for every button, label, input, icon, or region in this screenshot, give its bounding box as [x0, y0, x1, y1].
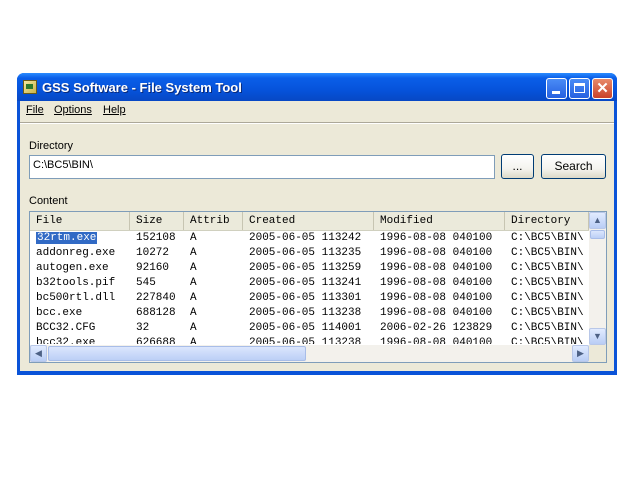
column-header-directory[interactable]: Directory	[505, 212, 589, 230]
cell-created: 2005-06-05 113238	[249, 307, 362, 319]
menu-options-label: Options	[54, 104, 92, 116]
column-header-file[interactable]: File	[30, 212, 130, 230]
scroll-up-icon[interactable]: ▲	[589, 212, 606, 229]
window-title: GSS Software - File System Tool	[42, 80, 242, 95]
cell-file: bc500rtl.dll	[36, 292, 116, 304]
content-label: Content	[29, 195, 68, 207]
cell-size: 688128	[136, 307, 176, 319]
close-button[interactable]: ✕	[592, 78, 613, 99]
cell-attrib: A	[190, 307, 197, 319]
directory-label: Directory	[29, 140, 74, 152]
horizontal-scroll-thumb[interactable]	[48, 346, 306, 361]
cell-modified: 2006-02-26 123829	[380, 322, 493, 334]
cell-size: 10272	[136, 247, 170, 259]
column-header-created[interactable]: Created	[243, 212, 374, 230]
scroll-right-icon[interactable]: ▶	[572, 345, 589, 362]
cell-attrib: A	[190, 337, 197, 344]
cell-modified: 1996-08-08 040100	[380, 277, 493, 289]
close-icon: ✕	[596, 80, 609, 97]
cell-size: 227840	[136, 292, 176, 304]
cell-attrib: A	[190, 277, 197, 289]
main-window: GSS Software - File System Tool ✕ File O…	[17, 73, 617, 375]
file-list[interactable]: File Size Attrib Created Modified Direct…	[29, 211, 607, 363]
cell-directory: C:\BC5\BIN\	[511, 262, 584, 274]
menu-file[interactable]: File	[26, 104, 44, 116]
cell-size: 152108	[136, 232, 176, 244]
cell-attrib: A	[190, 262, 197, 274]
table-row[interactable]: bc500rtl.dll 227840 A 2005-06-05 113301 1996…	[30, 291, 589, 306]
cell-file: autogen.exe	[36, 262, 109, 274]
cell-file: addonreg.exe	[36, 247, 116, 259]
cell-directory: C:\BC5\BIN\	[511, 337, 584, 344]
cell-attrib: A	[190, 232, 197, 244]
menu-bar: File Options Help	[20, 101, 614, 121]
vertical-scrollbar[interactable]: ▲ ▼	[589, 212, 606, 345]
cell-file: bcc.exe	[36, 307, 83, 319]
list-header: File Size Attrib Created Modified Direct…	[30, 212, 589, 231]
cell-attrib: A	[190, 292, 197, 304]
table-row[interactable]: bcc.exe 688128 A 2005-06-05 113238 1996-08-0…	[30, 306, 589, 321]
table-row[interactable]: addonreg.exe 10272 A 2005-06-05 113235 1996-…	[30, 246, 589, 261]
cell-directory: C:\BC5\BIN\	[511, 307, 584, 319]
scroll-left-icon[interactable]: ◀	[30, 345, 47, 362]
cell-attrib: A	[190, 247, 197, 259]
vertical-scroll-thumb[interactable]	[590, 230, 605, 239]
cell-created: 2005-06-05 113259	[249, 262, 362, 274]
cell-file: bcc32.exe	[36, 337, 96, 344]
minimize-icon	[552, 91, 560, 94]
cell-modified: 1996-08-08 040100	[380, 337, 493, 344]
menu-file-label: File	[26, 104, 44, 116]
search-button[interactable]: Search	[541, 154, 606, 179]
maximize-icon	[574, 83, 585, 93]
cell-directory: C:\BC5\BIN\	[511, 232, 584, 244]
cell-directory: C:\BC5\BIN\	[511, 277, 584, 289]
cell-modified: 1996-08-08 040100	[380, 232, 493, 244]
horizontal-scrollbar[interactable]: ◀ ▶	[30, 345, 589, 362]
list-rows: 32rtm.exe 152108 A 2005-06-05 113242 1996-08…	[30, 231, 589, 344]
cell-attrib: A	[190, 322, 197, 334]
cell-directory: C:\BC5\BIN\	[511, 322, 584, 334]
cell-file: 32rtm.exe	[30, 231, 130, 246]
table-row[interactable]: BCC32.CFG 32 A 2005-06-05 114001 2006-02-26 …	[30, 321, 589, 336]
column-header-size[interactable]: Size	[130, 212, 184, 230]
menu-separator	[20, 122, 614, 124]
cell-created: 2005-06-05 113238	[249, 337, 362, 344]
directory-input[interactable]: C:\BC5\BIN\	[29, 155, 495, 179]
cell-directory: C:\BC5\BIN\	[511, 292, 584, 304]
cell-modified: 1996-08-08 040100	[380, 292, 493, 304]
cell-modified: 1996-08-08 040100	[380, 247, 493, 259]
cell-size: 32	[136, 322, 150, 334]
cell-created: 2005-06-05 113301	[249, 292, 362, 304]
window-client-area: File Options Help Directory C:\BC5\BIN\ …	[20, 101, 614, 371]
table-row[interactable]: autogen.exe 92160 A 2005-06-05 113259 1996-0…	[30, 261, 589, 276]
scroll-down-icon[interactable]: ▼	[589, 328, 606, 345]
menu-options[interactable]: Options	[54, 104, 92, 116]
cell-directory: C:\BC5\BIN\	[511, 247, 584, 259]
cell-created: 2005-06-05 113242	[249, 232, 362, 244]
cell-modified: 1996-08-08 040100	[380, 307, 493, 319]
cell-created: 2005-06-05 113235	[249, 247, 362, 259]
title-bar[interactable]: GSS Software - File System Tool ✕	[17, 73, 617, 101]
column-header-modified[interactable]: Modified	[374, 212, 505, 230]
cell-created: 2005-06-05 113241	[249, 277, 362, 289]
scrollbar-corner	[589, 345, 606, 362]
menu-help[interactable]: Help	[103, 104, 126, 116]
table-row[interactable]: bcc32.exe 626688 A 2005-06-05 113238 1996-08…	[30, 336, 589, 344]
minimize-button[interactable]	[546, 78, 567, 99]
cell-file: b32tools.pif	[36, 277, 116, 289]
cell-size: 92160	[136, 262, 170, 274]
maximize-button[interactable]	[569, 78, 590, 99]
browse-button[interactable]: ...	[501, 154, 534, 179]
app-icon[interactable]	[23, 80, 37, 94]
cell-size: 626688	[136, 337, 176, 344]
cell-modified: 1996-08-08 040100	[380, 262, 493, 274]
table-row[interactable]: b32tools.pif 545 A 2005-06-05 113241 1996-08…	[30, 276, 589, 291]
cell-created: 2005-06-05 114001	[249, 322, 362, 334]
cell-size: 545	[136, 277, 156, 289]
selected-file-name: 32rtm.exe	[34, 231, 99, 245]
column-header-attrib[interactable]: Attrib	[184, 212, 243, 230]
menu-help-label: Help	[103, 104, 126, 116]
table-row[interactable]: 32rtm.exe 152108 A 2005-06-05 113242 1996-08…	[30, 231, 589, 246]
cell-file: BCC32.CFG	[36, 322, 96, 334]
